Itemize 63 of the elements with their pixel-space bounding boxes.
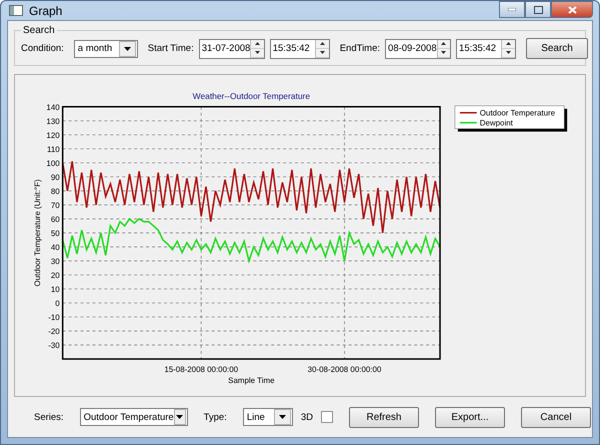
y-tick-label: -30 bbox=[48, 341, 60, 350]
down-arrow-icon bbox=[320, 51, 325, 54]
x-tick-label: 30-08-2008 00:00:00 bbox=[308, 365, 382, 374]
y-tick-label: 60 bbox=[50, 215, 60, 224]
refresh-button[interactable]: Refresh bbox=[348, 406, 419, 428]
window-title: Graph bbox=[29, 4, 64, 18]
legend-label: Dewpoint bbox=[480, 118, 513, 128]
condition-label: Condition: bbox=[21, 43, 64, 54]
y-tick-label: 40 bbox=[50, 243, 60, 252]
series-label: Series: bbox=[34, 412, 64, 422]
maximize-button[interactable] bbox=[525, 1, 551, 18]
y-tick-label: 90 bbox=[50, 173, 60, 182]
x-tick-label: 15-08-2008 00:00:00 bbox=[164, 365, 238, 374]
up-arrow-icon bbox=[441, 42, 446, 46]
maximize-icon bbox=[534, 6, 542, 14]
y-tick-label: 130 bbox=[46, 117, 60, 126]
chart-title: Weather--Outdoor Temperature bbox=[192, 91, 310, 102]
y-tick-label: 50 bbox=[50, 229, 60, 238]
up-arrow-icon bbox=[506, 42, 512, 46]
up-arrow-icon bbox=[255, 42, 260, 46]
search-button[interactable]: Search bbox=[526, 38, 588, 60]
caret-icon bbox=[278, 415, 286, 419]
down-arrow-icon bbox=[255, 51, 260, 54]
close-icon bbox=[568, 6, 576, 14]
three-d-checkbox[interactable] bbox=[320, 411, 333, 423]
down-arrow-icon bbox=[441, 51, 446, 54]
caret-icon bbox=[124, 46, 131, 51]
caret-icon bbox=[176, 415, 184, 419]
y-tick-label: 70 bbox=[50, 201, 60, 210]
end-time-field[interactable]: 15:35:42 bbox=[456, 38, 516, 59]
minimize-button[interactable] bbox=[499, 1, 525, 18]
end-date-field[interactable]: 08-09-2008 bbox=[385, 38, 452, 59]
legend-label: Outdoor Temperature bbox=[480, 108, 556, 118]
y-tick-label: 140 bbox=[46, 103, 60, 112]
y-axis-label: Outdoor Temperature (Unit:°F) bbox=[32, 180, 42, 287]
y-tick-label: 0 bbox=[55, 299, 60, 308]
minimize-icon bbox=[508, 8, 516, 11]
type-label: Type: bbox=[204, 412, 227, 422]
window-icon bbox=[9, 5, 23, 16]
y-tick-label: 20 bbox=[50, 271, 60, 280]
y-tick-label: -10 bbox=[48, 313, 60, 322]
start-date-field[interactable]: 31-07-2008 bbox=[198, 38, 265, 59]
export-button[interactable]: Export... bbox=[434, 406, 505, 428]
three-d-label: 3D bbox=[300, 412, 313, 422]
cancel-button[interactable]: Cancel bbox=[520, 406, 591, 428]
up-arrow-icon bbox=[320, 42, 325, 46]
condition-dropdown[interactable]: a month bbox=[74, 40, 138, 58]
y-tick-label: 30 bbox=[50, 257, 60, 266]
start-time-label: Start Time: bbox=[148, 43, 194, 54]
search-group-title: Search bbox=[22, 25, 56, 36]
type-dropdown[interactable]: Line bbox=[242, 408, 293, 426]
y-tick-label: 110 bbox=[47, 145, 60, 154]
start-time-field[interactable]: 15:35:42 bbox=[270, 38, 330, 59]
close-button[interactable] bbox=[551, 1, 593, 18]
y-tick-label: 80 bbox=[50, 187, 60, 196]
down-arrow-icon bbox=[506, 51, 512, 54]
y-tick-label: 120 bbox=[46, 131, 60, 140]
end-time-label: EndTime: bbox=[340, 43, 380, 54]
y-tick-label: 10 bbox=[50, 285, 60, 294]
x-axis-label: Sample Time bbox=[228, 376, 274, 386]
y-tick-label: -20 bbox=[48, 327, 60, 336]
y-tick-label: 100 bbox=[46, 159, 60, 168]
series-dropdown[interactable]: Outdoor Temperature bbox=[80, 408, 188, 426]
